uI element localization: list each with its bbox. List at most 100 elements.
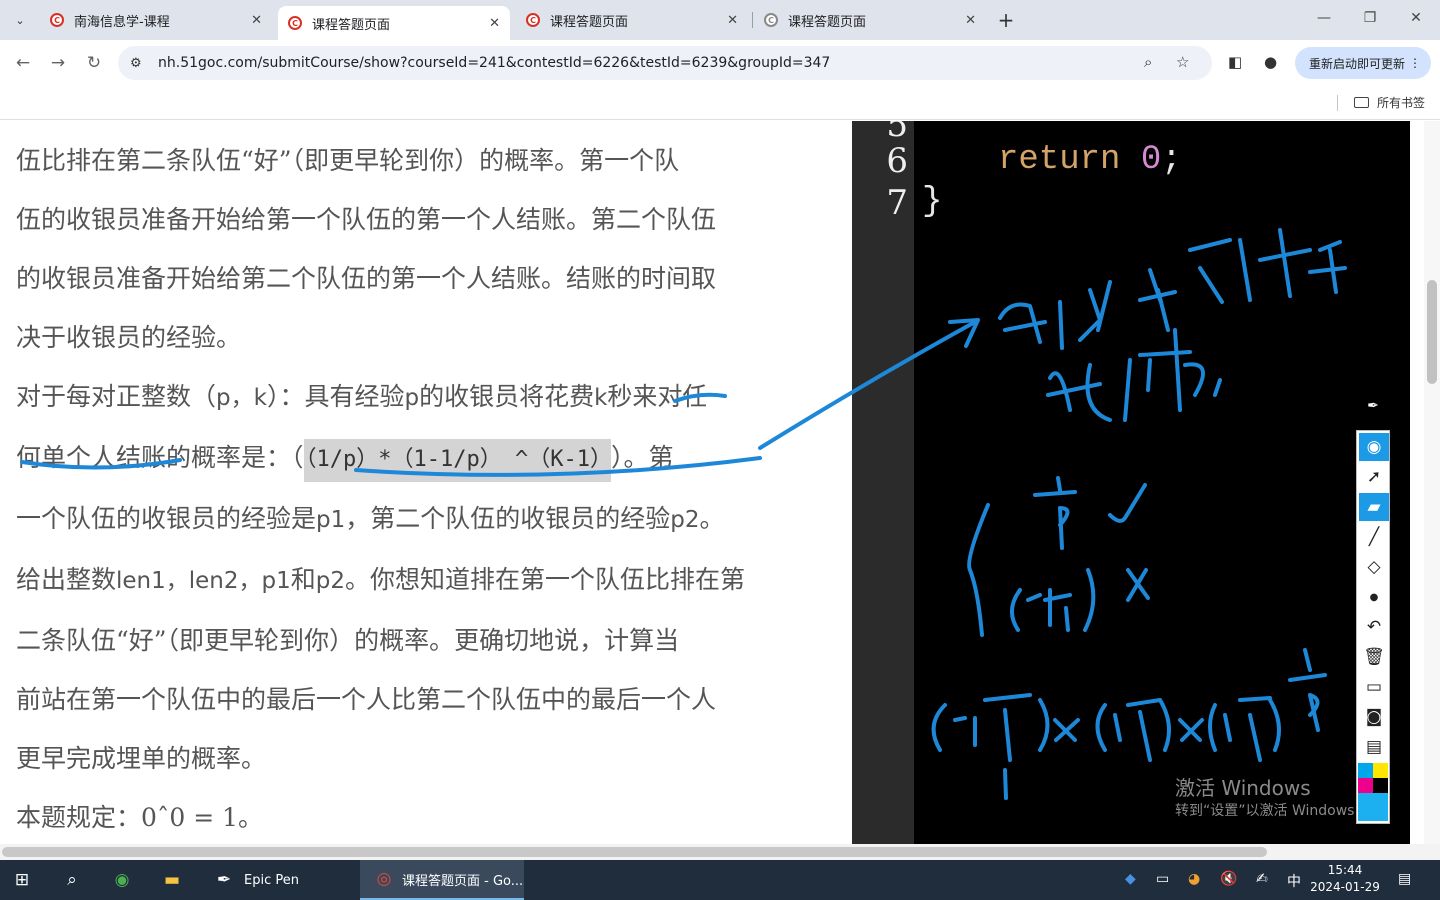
vertical-scroll-thumb[interactable] xyxy=(1427,280,1437,384)
tab-course-answer-3[interactable]: C 课程答题页面 ✕ xyxy=(754,6,986,34)
eraser-icon[interactable]: ◇ xyxy=(1359,553,1389,581)
activate-windows-subtitle: 转到“设置”以激活 Windows xyxy=(1175,803,1355,819)
close-icon[interactable]: ✕ xyxy=(251,13,262,28)
code-line-brace: } xyxy=(922,183,942,221)
forward-arrow-icon[interactable]: → xyxy=(45,50,71,76)
side-panel-icon[interactable]: ◧ xyxy=(1228,53,1242,71)
text-segment: p2 xyxy=(315,568,346,594)
problem-line: 二条队伍“好”（即更早轮到你）的概率。更确切地说，计算当 xyxy=(16,626,680,655)
clipboard-icon[interactable]: ▤ xyxy=(1359,733,1389,761)
cursor-icon[interactable]: ➚ xyxy=(1359,463,1389,491)
new-tab-plus-icon[interactable]: + xyxy=(994,8,1018,32)
bookmark-star-icon[interactable]: ☆ xyxy=(1176,53,1189,71)
bookmarks-bar: 所有书签 xyxy=(0,86,1440,120)
tab-search-chevron-icon[interactable]: ⌄ xyxy=(8,8,32,32)
current-color-swatch[interactable] xyxy=(1358,793,1388,821)
camera-icon[interactable]: ◙ xyxy=(1359,703,1389,731)
more-menu-icon[interactable]: ⋮ xyxy=(1409,56,1421,70)
search-icon: ⌕ xyxy=(67,870,77,890)
problem-statement: 伍比排在第二条队伍“好”（即更早轮到你）的概率。第一个队 伍的收银员准备开始给第… xyxy=(16,131,826,844)
vertical-scrollbar[interactable] xyxy=(1424,121,1440,844)
color-swatch-magenta[interactable] xyxy=(1358,778,1373,793)
restore-icon[interactable]: ❐ xyxy=(1360,10,1380,26)
color-swatch-cyan[interactable] xyxy=(1358,763,1373,778)
tab-course-answer-2[interactable]: C 课程答题页面 ✕ xyxy=(516,6,748,34)
line-number: 7 xyxy=(886,183,908,223)
text-segment: p1 xyxy=(316,507,346,533)
tab-title: 课程答题页面 xyxy=(312,17,391,33)
highlighter-icon[interactable]: ▰ xyxy=(1359,493,1389,521)
volume-muted-icon[interactable]: 🔇 xyxy=(1220,871,1237,887)
brush-size-dot-icon[interactable]: ● xyxy=(1359,583,1389,611)
reload-icon[interactable]: ↻ xyxy=(81,50,107,76)
pen-icon[interactable]: ╱ xyxy=(1359,523,1389,551)
all-bookmarks-label: 所有书签 xyxy=(1377,96,1426,110)
problem-line: 更早完成埋单的概率。 xyxy=(16,744,267,773)
site-info-icon[interactable]: ⚙ xyxy=(130,56,150,71)
tray-app-icon[interactable]: ◆ xyxy=(1125,871,1136,887)
tray-cat-icon[interactable]: ◕ xyxy=(1188,871,1200,887)
epic-pen-logo-icon[interactable]: ✒ xyxy=(1360,393,1386,419)
epic-pen-toolbar: ◉ ➚ ▰ ╱ ◇ ● ↶ 🗑 ▭ ◙ ▤ xyxy=(1356,430,1390,824)
return-keyword: return xyxy=(998,141,1121,179)
all-bookmarks-button[interactable]: 所有书签 xyxy=(1354,94,1425,111)
problem-line: 伍比排在第二条队伍“好”（即更早轮到你）的概率。第一个队 xyxy=(16,146,680,175)
page-content: 伍比排在第二条队伍“好”（即更早轮到你）的概率。第一个队 伍的收银员准备开始给第… xyxy=(0,121,1424,844)
closing-brace: } xyxy=(922,183,943,221)
pen-input-icon[interactable]: ✍ xyxy=(1256,871,1268,887)
profile-avatar-icon[interactable]: ● xyxy=(1264,53,1277,71)
taskbar-app-green[interactable]: ◉ xyxy=(108,866,136,894)
close-icon[interactable]: ✕ xyxy=(727,13,738,28)
text-segment: p xyxy=(404,385,420,411)
problem-line: 伍的收银员准备开始给第一个队伍的第一个人结账。第二个队伍 xyxy=(16,205,717,234)
folder-icon: ▬ xyxy=(163,870,181,890)
search-button[interactable]: ⌕ xyxy=(58,866,86,894)
url-text[interactable]: nh.51goc.com/submitCourse/show?courseId=… xyxy=(158,55,830,71)
tab-strip: ⌄ C 南海信息学-课程 ✕ C 课程答题页面 ✕ C 课程答题页面 ✕ C 课… xyxy=(0,0,1440,40)
text-segment: k xyxy=(594,385,608,411)
trash-icon[interactable]: 🗑 xyxy=(1359,643,1389,671)
close-icon[interactable]: ✕ xyxy=(965,13,976,28)
chrome-icon: ◎ xyxy=(376,869,392,889)
system-clock[interactable]: 15:44 2024-01-29 xyxy=(1310,862,1380,896)
folder-icon xyxy=(1354,97,1369,108)
tab-course-answer-active[interactable]: C 课程答题页面 ✕ xyxy=(278,6,510,40)
start-button[interactable]: ⊞ xyxy=(8,866,36,894)
relaunch-update-button[interactable]: 重新启动即可更新 ⋮ xyxy=(1295,47,1431,79)
address-bar[interactable]: ⚙ nh.51goc.com/submitCourse/show?courseI… xyxy=(118,46,1212,80)
browser-toolbar: ← → ↻ ⚙ nh.51goc.com/submitCourse/show?c… xyxy=(0,40,1440,86)
file-explorer-button[interactable]: ▬ xyxy=(158,866,186,894)
clock-time: 15:44 xyxy=(1327,863,1363,877)
ime-indicator[interactable]: 中 xyxy=(1287,871,1301,891)
text-segment: 一个队伍的收银员的经验是 xyxy=(16,504,317,533)
horizontal-scroll-thumb[interactable] xyxy=(2,847,1267,857)
line-number-gutter: 5 6 7 xyxy=(852,121,914,844)
color-swatch-black[interactable] xyxy=(1373,778,1388,793)
zoom-icon[interactable]: ⌕ xyxy=(1144,53,1152,71)
back-arrow-icon[interactable]: ← xyxy=(10,50,36,76)
close-window-icon[interactable]: ✕ xyxy=(1406,10,1426,26)
semicolon: ; xyxy=(1161,141,1182,179)
tab-nanhai-course[interactable]: C 南海信息学-课程 ✕ xyxy=(40,6,272,34)
undo-icon[interactable]: ↶ xyxy=(1359,613,1389,641)
problem-line: 一个队伍的收银员的经验是p1，第二个队伍的收银员的经验p2。 xyxy=(16,489,826,550)
problem-line: 本题规定：0ˆ0 = 1。 xyxy=(16,803,264,832)
text-segment: 何单个人结账的概率是：（ xyxy=(16,443,304,472)
color-swatch-yellow[interactable] xyxy=(1373,763,1388,778)
notification-icon[interactable]: ▤ xyxy=(1398,871,1411,887)
taskbar-app-label: Epic Pen xyxy=(244,872,299,888)
problem-line: 的收银员准备开始给第二个队伍的第一个人结账。结账的时间取 xyxy=(16,264,717,293)
taskbar-chrome[interactable]: ◎ 课程答题页面 - Go... xyxy=(360,860,524,900)
code-editor[interactable]: 5 6 7 return 0; } xyxy=(852,121,1410,844)
close-icon[interactable]: ✕ xyxy=(489,16,500,31)
text-segment: 秒来对任 xyxy=(607,382,708,411)
eye-icon[interactable]: ◉ xyxy=(1359,433,1389,461)
text-segment: 和 xyxy=(290,565,316,594)
text-segment: p，k xyxy=(216,385,267,411)
taskbar-epic-pen[interactable]: ✒ Epic Pen xyxy=(200,860,356,900)
minimize-icon[interactable]: — xyxy=(1314,10,1334,26)
activate-windows-title: 激活 Windows xyxy=(1175,776,1311,800)
network-icon[interactable]: ▭ xyxy=(1156,871,1169,887)
whiteboard-icon[interactable]: ▭ xyxy=(1359,673,1389,701)
problem-line: 何单个人结账的概率是：（（1/p）*（1-1/p） ^（K-1） ）。第 xyxy=(16,428,826,489)
